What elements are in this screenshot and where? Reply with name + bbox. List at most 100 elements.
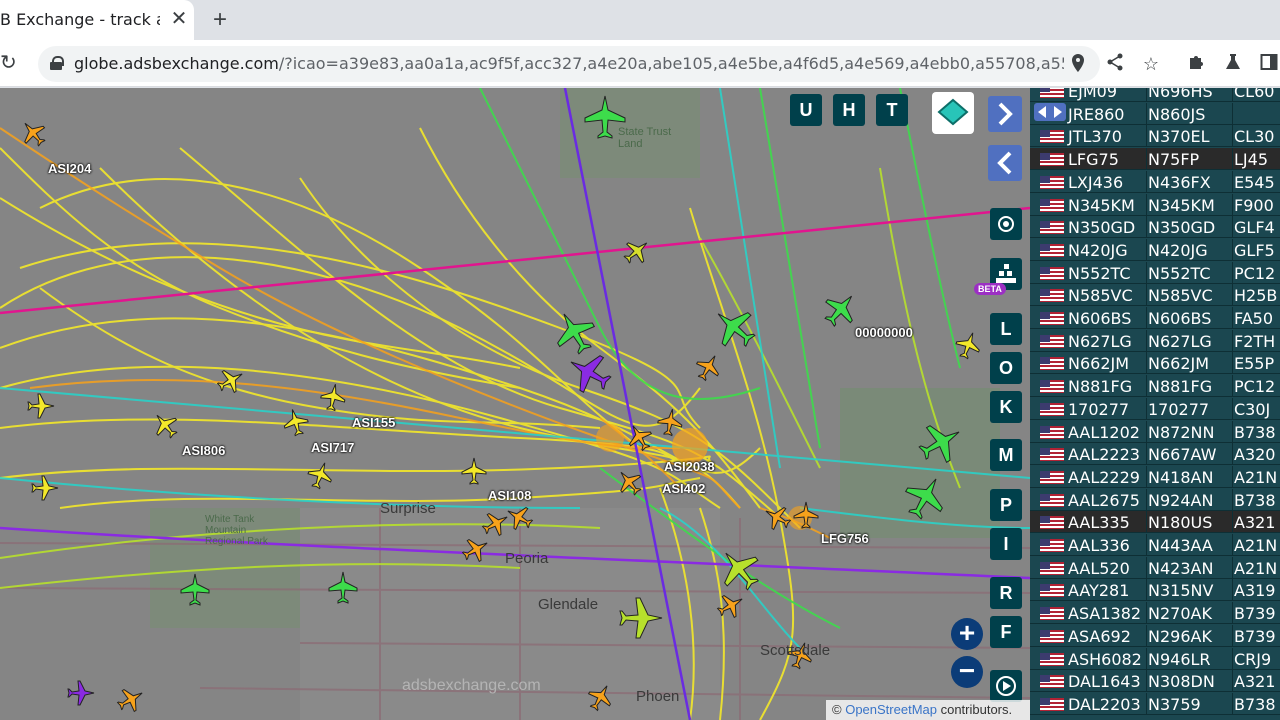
table-row[interactable]: AAL1202 N872NN B738 bbox=[1030, 420, 1280, 443]
column-divider bbox=[1232, 602, 1233, 625]
type-cell: A321 bbox=[1234, 513, 1276, 533]
table-row[interactable]: N662JM N662JM E55P bbox=[1030, 352, 1280, 375]
callsign-cell: N552TC bbox=[1068, 263, 1131, 283]
chevron-left-icon bbox=[997, 151, 1012, 175]
prev-aircraft-button[interactable] bbox=[988, 145, 1022, 181]
table-row[interactable]: N350GD N350GD GLF4 bbox=[1030, 216, 1280, 239]
aircraft-label[interactable]: LFG756 bbox=[821, 531, 869, 546]
star-icon[interactable]: ☆ bbox=[1140, 53, 1162, 75]
sidebar-icon[interactable] bbox=[1258, 53, 1280, 75]
table-row[interactable]: ASA1382 N270AK B739 bbox=[1030, 602, 1280, 625]
callsign-cell: LXJ436 bbox=[1068, 172, 1124, 192]
table-row[interactable]: JRE860 N860JS bbox=[1030, 102, 1280, 125]
u-button[interactable]: U bbox=[790, 94, 822, 126]
aircraft-label[interactable]: ASI204 bbox=[48, 161, 91, 176]
zoom-out-button[interactable]: − bbox=[951, 656, 983, 688]
t-button[interactable]: T bbox=[876, 94, 908, 126]
table-row[interactable]: N606BS N606BS FA50 bbox=[1030, 307, 1280, 329]
settings-button[interactable] bbox=[990, 208, 1022, 240]
chevron-right-icon bbox=[998, 102, 1013, 126]
table-row[interactable]: N585VC N585VC H25B bbox=[1030, 284, 1280, 307]
table-row[interactable]: AAY281 N315NV A319 bbox=[1030, 579, 1280, 602]
l-button[interactable]: L bbox=[990, 313, 1022, 345]
type-cell: E55P bbox=[1234, 354, 1275, 374]
column-divider bbox=[1232, 375, 1233, 398]
p-button[interactable]: P bbox=[990, 489, 1022, 521]
replay-button[interactable] bbox=[990, 670, 1022, 702]
type-cell: E545 bbox=[1234, 172, 1275, 192]
table-row[interactable]: N345KM N345KM F900 bbox=[1030, 193, 1280, 216]
f-button[interactable]: F bbox=[990, 616, 1022, 648]
aircraft-label[interactable]: ASI717 bbox=[311, 440, 354, 455]
aircraft-label[interactable]: ASI806 bbox=[182, 443, 225, 458]
callsign-cell: N350GD bbox=[1068, 218, 1136, 238]
r-button[interactable]: R bbox=[990, 577, 1022, 609]
callsign-cell: ASA692 bbox=[1068, 626, 1131, 646]
flask-icon[interactable] bbox=[1222, 53, 1244, 75]
us-flag-icon bbox=[1040, 88, 1064, 98]
map-canvas[interactable] bbox=[0, 88, 1030, 720]
table-row[interactable]: ASH6082 N946LR CRJ9 bbox=[1030, 647, 1280, 670]
close-icon[interactable]: ✕ bbox=[168, 8, 190, 30]
aircraft-label[interactable]: ASI108 bbox=[488, 488, 531, 503]
callsign-cell: JTL370 bbox=[1068, 127, 1122, 147]
aircraft-label[interactable]: ASI402 bbox=[662, 481, 705, 496]
table-row[interactable]: LXJ436 N436FX E545 bbox=[1030, 170, 1280, 193]
column-divider bbox=[1232, 511, 1233, 534]
registration-cell: N350GD bbox=[1148, 218, 1216, 238]
m-button[interactable]: M bbox=[990, 439, 1022, 471]
us-flag-icon bbox=[1040, 380, 1064, 394]
i-button[interactable]: I bbox=[990, 528, 1022, 560]
o-button[interactable]: O bbox=[990, 352, 1022, 384]
callsign-cell: N585VC bbox=[1068, 286, 1133, 306]
table-row[interactable]: AAL520 N423AN A21N bbox=[1030, 556, 1280, 579]
url-text[interactable]: globe.adsbexchange.com/?icao=a39e83,aa0a… bbox=[74, 54, 1064, 73]
active-tab[interactable]: B Exchange - track a ✕ bbox=[0, 0, 194, 40]
aircraft-label[interactable]: ASI155 bbox=[352, 415, 395, 430]
registration-cell: N436FX bbox=[1148, 172, 1211, 192]
aircraft-label[interactable]: 00000000 bbox=[855, 325, 913, 340]
k-button[interactable]: K bbox=[990, 391, 1022, 423]
table-row[interactable]: AAL335 N180US A321 bbox=[1030, 511, 1280, 534]
reload-icon[interactable]: ↻ bbox=[0, 51, 22, 75]
table-row[interactable]: EJM09 N696HS CL60 bbox=[1030, 88, 1280, 102]
table-row[interactable]: N552TC N552TC PC12 bbox=[1030, 261, 1280, 284]
next-aircraft-button[interactable] bbox=[988, 96, 1022, 132]
location-pin-icon[interactable] bbox=[1067, 53, 1089, 75]
new-tab-button[interactable]: + bbox=[206, 6, 234, 34]
table-row[interactable]: LFG75 N75FP LJ45 bbox=[1030, 148, 1280, 171]
callsign-cell: ASH6082 bbox=[1068, 649, 1142, 669]
aircraft-label[interactable]: ASI2038 bbox=[664, 459, 715, 474]
table-row[interactable]: AAL2229 N418AN A21N bbox=[1030, 465, 1280, 488]
table-row[interactable]: AAL2675 N924AN B738 bbox=[1030, 488, 1280, 511]
park-label-white-tank: White Tank Mountain Regional Park bbox=[205, 514, 268, 547]
table-row[interactable]: 170277 170277 C30J bbox=[1030, 397, 1280, 420]
table-row[interactable]: DAL2203 N3759 B738 bbox=[1030, 692, 1280, 715]
flight-map[interactable]: Surprise Peoria Glendale Scottsdale Phoe… bbox=[0, 88, 1030, 720]
osm-link[interactable]: OpenStreetMap bbox=[845, 702, 937, 717]
table-row[interactable]: DAL1643 N308DN A321 bbox=[1030, 670, 1280, 693]
table-row[interactable]: ASA692 N296AK B739 bbox=[1030, 624, 1280, 647]
lock-icon[interactable] bbox=[50, 56, 64, 70]
registration-cell: N872NN bbox=[1148, 422, 1215, 442]
table-row[interactable]: JTL370 N370EL CL30 bbox=[1030, 125, 1280, 148]
map-attribution: © OpenStreetMap contributors. bbox=[826, 700, 1030, 720]
callsign-cell: JRE860 bbox=[1068, 104, 1125, 124]
callsign-cell: AAL336 bbox=[1068, 536, 1130, 555]
layers-button[interactable] bbox=[932, 92, 974, 134]
table-row[interactable]: AAL336 N443AA A21N bbox=[1030, 534, 1280, 556]
table-row[interactable]: N627LG N627LG F2TH bbox=[1030, 329, 1280, 352]
expand-table-button[interactable] bbox=[1034, 103, 1066, 121]
table-row[interactable]: N881FG N881FG PC12 bbox=[1030, 375, 1280, 398]
aircraft-table[interactable]: EJM09 N696HS CL60 JRE860 N860JS JTL370 N370EL C… bbox=[1030, 88, 1280, 720]
us-flag-icon bbox=[1040, 516, 1064, 530]
table-row[interactable]: AAL2223 N667AW A320 bbox=[1030, 443, 1280, 466]
share-icon[interactable] bbox=[1104, 53, 1126, 75]
puzzle-icon[interactable] bbox=[1185, 53, 1207, 75]
table-row[interactable]: N420JG N420JG GLF5 bbox=[1030, 238, 1280, 261]
us-flag-icon bbox=[1040, 243, 1064, 257]
address-bar[interactable]: globe.adsbexchange.com/?icao=a39e83,aa0a… bbox=[38, 46, 1100, 82]
zoom-in-button[interactable]: + bbox=[951, 618, 983, 650]
h-button[interactable]: H bbox=[833, 94, 865, 126]
us-flag-icon bbox=[1040, 266, 1064, 280]
